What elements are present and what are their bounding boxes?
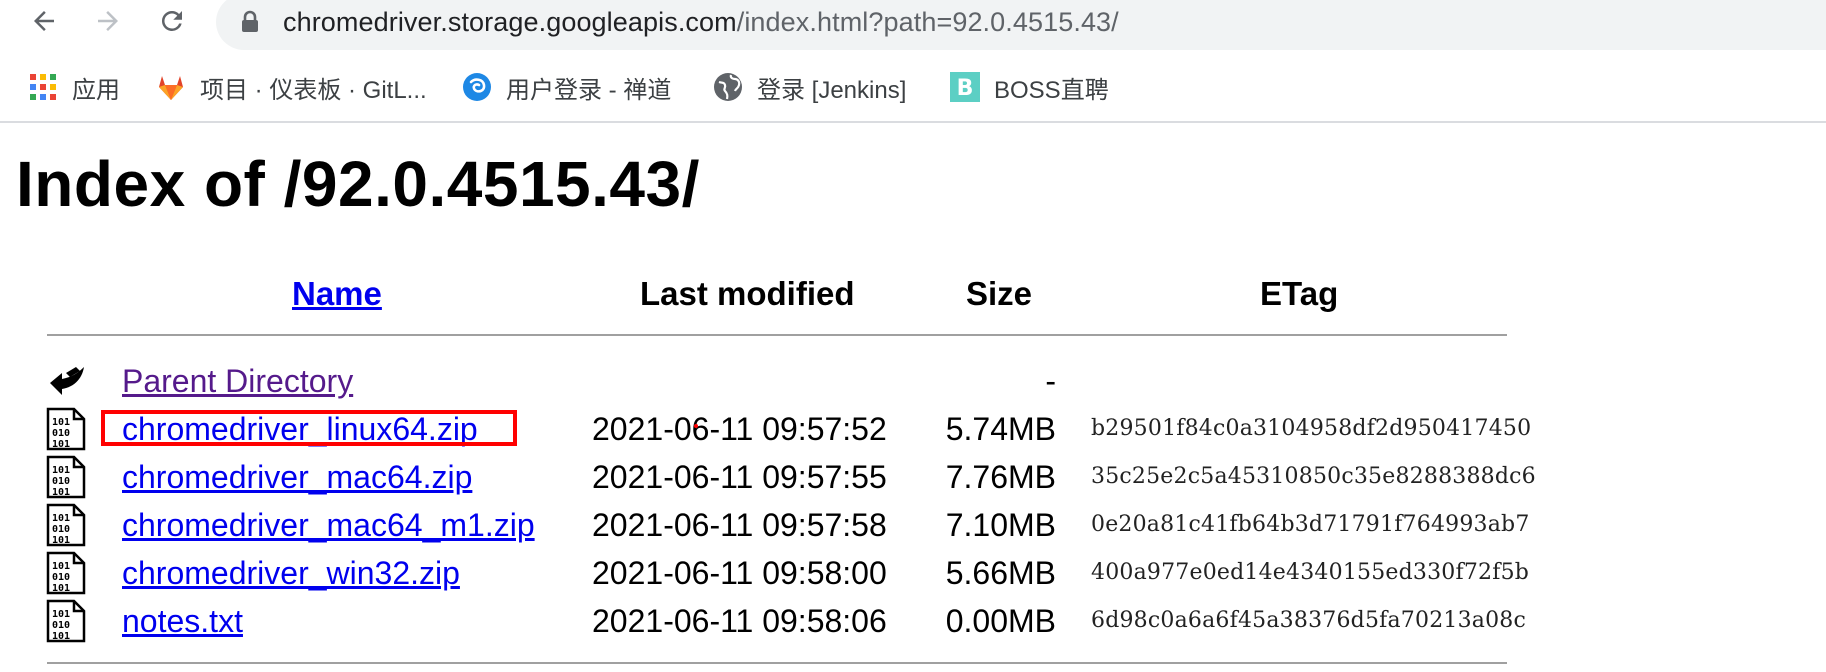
table-row: 101 010 101 chromedriver_mac64.zip 2021-… (0, 453, 1826, 501)
parent-size: - (1045, 363, 1056, 399)
column-header-etag: ETag (1260, 275, 1339, 312)
svg-text:101: 101 (52, 417, 70, 428)
bookmark-label: 登录 [Jenkins] (757, 76, 907, 104)
bookmark-boss[interactable]: B BOSS直聘 (950, 62, 1109, 112)
boss-icon: B (950, 72, 980, 102)
gitlab-icon (159, 76, 183, 100)
svg-text:101: 101 (52, 561, 70, 572)
back-folder-icon (50, 367, 84, 395)
svg-text:010: 010 (52, 476, 70, 487)
bookmark-label: 用户登录 - 禅道 (506, 76, 672, 104)
bookmark-gitlab[interactable]: 项目 · 仪表板 · GitL... (156, 62, 427, 112)
svg-text:101: 101 (52, 631, 70, 642)
page-title: Index of /92.0.4515.43/ (16, 148, 700, 220)
globe-icon (714, 73, 742, 101)
file-link[interactable]: chromedriver_mac64_m1.zip (122, 503, 535, 547)
binary-file-icon: 101 010 101 (46, 551, 86, 595)
file-size: 5.74MB (945, 411, 1056, 447)
binary-file-icon: 101 010 101 (46, 599, 86, 643)
reload-icon (161, 10, 182, 31)
svg-text:101: 101 (52, 465, 70, 476)
bookmark-jenkins[interactable]: 登录 [Jenkins] (713, 62, 906, 112)
bookmark-label: 应用 (72, 76, 120, 104)
arrow-left-icon (34, 11, 54, 31)
svg-text:101: 101 (52, 535, 70, 546)
file-etag: 6d98c0a6a6f45a38376d5fa70213a08c (1091, 608, 1527, 633)
column-header-name[interactable]: Name (292, 272, 382, 316)
table-row: 101 010 101 notes.txt 2021-06-11 09:58:0… (0, 597, 1826, 645)
file-etag: b29501f84c0a3104958df2d950417450 (1091, 416, 1532, 441)
highlight-box (101, 410, 517, 446)
footer-rule (47, 662, 1507, 664)
file-size: 7.76MB (945, 459, 1056, 495)
file-link[interactable]: chromedriver_mac64.zip (122, 455, 472, 499)
file-size: 0.00MB (945, 603, 1056, 639)
bookmark-zentao[interactable]: 用户登录 - 禅道 (462, 62, 671, 112)
binary-file-icon: 101 010 101 (46, 503, 86, 547)
binary-file-icon: 101 010 101 (46, 407, 86, 451)
table-row-parent: Parent Directory - (0, 357, 1826, 405)
bookmarks-bar: 应用 项目 · 仪表板 · GitL... 用户登录 - 禅道 登录 [Jenk… (0, 62, 1826, 112)
toolbar-divider (0, 121, 1826, 123)
apps-grid-icon (30, 74, 56, 100)
column-header-last-modified: Last modified (640, 275, 855, 312)
svg-text:101: 101 (52, 439, 70, 450)
lock-icon[interactable] (240, 10, 260, 34)
svg-text:010: 010 (52, 428, 70, 439)
file-modified: 2021-06-11 09:57:58 (592, 507, 887, 543)
header-rule (47, 334, 1507, 336)
forward-button[interactable] (88, 0, 128, 42)
file-modified: 2021-06-11 09:57:55 (592, 459, 887, 495)
file-modified: 2021-06-11 09:58:06 (592, 603, 887, 639)
svg-text:101: 101 (52, 609, 70, 620)
file-modified: 2021-06-11 09:58:00 (592, 555, 887, 591)
svg-text:101: 101 (52, 513, 70, 524)
binary-file-icon: 101 010 101 (46, 455, 86, 499)
parent-directory-link[interactable]: Parent Directory (122, 359, 353, 403)
file-size: 7.10MB (945, 507, 1056, 543)
browser-toolbar: chromedriver.storage.googleapis.com/inde… (0, 0, 1826, 50)
url-host: chromedriver.storage.googleapis.com (283, 7, 737, 37)
bookmark-apps[interactable]: 应用 (28, 62, 120, 112)
file-modified: 2021-06-11 09:57:52 (592, 411, 887, 447)
svg-text:010: 010 (52, 572, 70, 583)
arrow-right-icon (98, 11, 118, 31)
svg-text:101: 101 (52, 583, 70, 594)
file-link[interactable]: notes.txt (122, 599, 243, 643)
reload-button[interactable] (152, 0, 192, 42)
column-header-size: Size (966, 275, 1033, 312)
zentao-icon (463, 73, 491, 101)
svg-text:B: B (957, 76, 974, 101)
file-etag: 0e20a81c41fb64b3d71791f764993ab7 (1091, 512, 1530, 537)
bookmark-label: 项目 · 仪表板 · GitL... (200, 76, 427, 104)
file-size: 5.66MB (945, 555, 1056, 591)
table-row: 101 010 101 chromedriver_mac64_m1.zip 20… (0, 501, 1826, 549)
svg-text:101: 101 (52, 487, 70, 498)
svg-text:010: 010 (52, 524, 70, 535)
annotation-dot (694, 424, 698, 428)
svg-text:010: 010 (52, 620, 70, 631)
file-etag: 400a977e0ed14e4340155ed330f72f5b (1091, 560, 1530, 585)
file-etag: 35c25e2c5a45310850c35e8288388dc6 (1091, 464, 1536, 489)
table-row: 101 010 101 chromedriver_win32.zip 2021-… (0, 549, 1826, 597)
file-link[interactable]: chromedriver_win32.zip (122, 551, 460, 595)
url-text[interactable]: chromedriver.storage.googleapis.com/inde… (283, 2, 1119, 42)
bookmark-label: BOSS直聘 (994, 76, 1109, 104)
back-button[interactable] (24, 0, 64, 42)
url-path: /index.html?path=92.0.4515.43/ (736, 7, 1119, 37)
